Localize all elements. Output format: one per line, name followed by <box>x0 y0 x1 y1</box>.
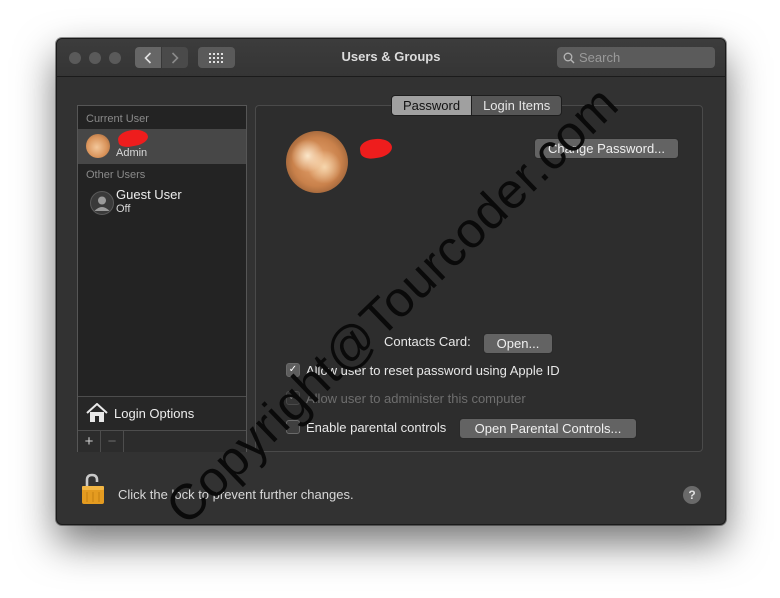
add-user-button[interactable]: + <box>78 431 101 452</box>
guest-user-name: Guest User <box>116 187 182 202</box>
add-remove-bar: + − <box>78 430 246 452</box>
tab-login-items[interactable]: Login Items <box>472 95 563 116</box>
administer-computer-label: Allow user to administer this computer <box>306 390 526 406</box>
guest-user-status: Off <box>116 203 131 215</box>
user-picture[interactable] <box>286 131 348 193</box>
change-password-button[interactable]: Change Password... <box>534 138 679 159</box>
search-field[interactable] <box>557 47 715 68</box>
guest-user-row[interactable]: Guest User Off <box>78 185 246 220</box>
users-sidebar: Current User Admin Other Users Guest Use… <box>77 105 247 452</box>
current-user-avatar <box>86 134 110 158</box>
search-input[interactable] <box>579 50 709 65</box>
tab-password[interactable]: Password <box>391 95 473 116</box>
other-users-header: Other Users <box>86 169 146 181</box>
unlocked-padlock-icon[interactable] <box>81 473 105 505</box>
open-contacts-card-button[interactable]: Open... <box>483 333 553 354</box>
reset-password-apple-id-label: Allow user to reset password using Apple… <box>306 362 560 378</box>
parental-controls-label: Enable parental controls <box>306 419 447 435</box>
reset-password-apple-id-checkbox[interactable]: ✓ <box>286 363 300 377</box>
parental-controls-checkbox[interactable] <box>286 420 300 434</box>
contacts-card-label: Contacts Card: <box>384 334 471 349</box>
current-user-header: Current User <box>86 113 149 125</box>
help-button[interactable]: ? <box>683 486 701 504</box>
tab-bar: Password Login Items <box>391 95 563 116</box>
search-icon <box>563 52 575 63</box>
redaction-mark <box>116 127 150 149</box>
parental-controls-option[interactable]: Enable parental controls <box>286 418 446 436</box>
current-user-row[interactable]: Admin <box>78 127 246 164</box>
current-user-role: Admin <box>116 147 148 159</box>
administer-computer-checkbox: ✓ <box>286 391 300 405</box>
login-options-label: Login Options <box>114 406 195 421</box>
title-bar: Users & Groups <box>57 39 725 77</box>
users-groups-window: Users & Groups Current User Admin Other … <box>56 38 726 525</box>
remove-user-button[interactable]: − <box>101 431 124 452</box>
open-parental-controls-button[interactable]: Open Parental Controls... <box>459 418 637 439</box>
house-icon <box>86 403 108 422</box>
lock-status-text: Click the lock to prevent further change… <box>118 487 354 502</box>
guest-user-avatar <box>90 191 114 215</box>
person-silhouette-icon <box>94 196 110 211</box>
administer-computer-option: ✓ Allow user to administer this computer <box>286 389 526 407</box>
reset-password-apple-id-option[interactable]: ✓ Allow user to reset password using App… <box>286 361 560 379</box>
login-options-row[interactable]: Login Options <box>78 396 246 430</box>
